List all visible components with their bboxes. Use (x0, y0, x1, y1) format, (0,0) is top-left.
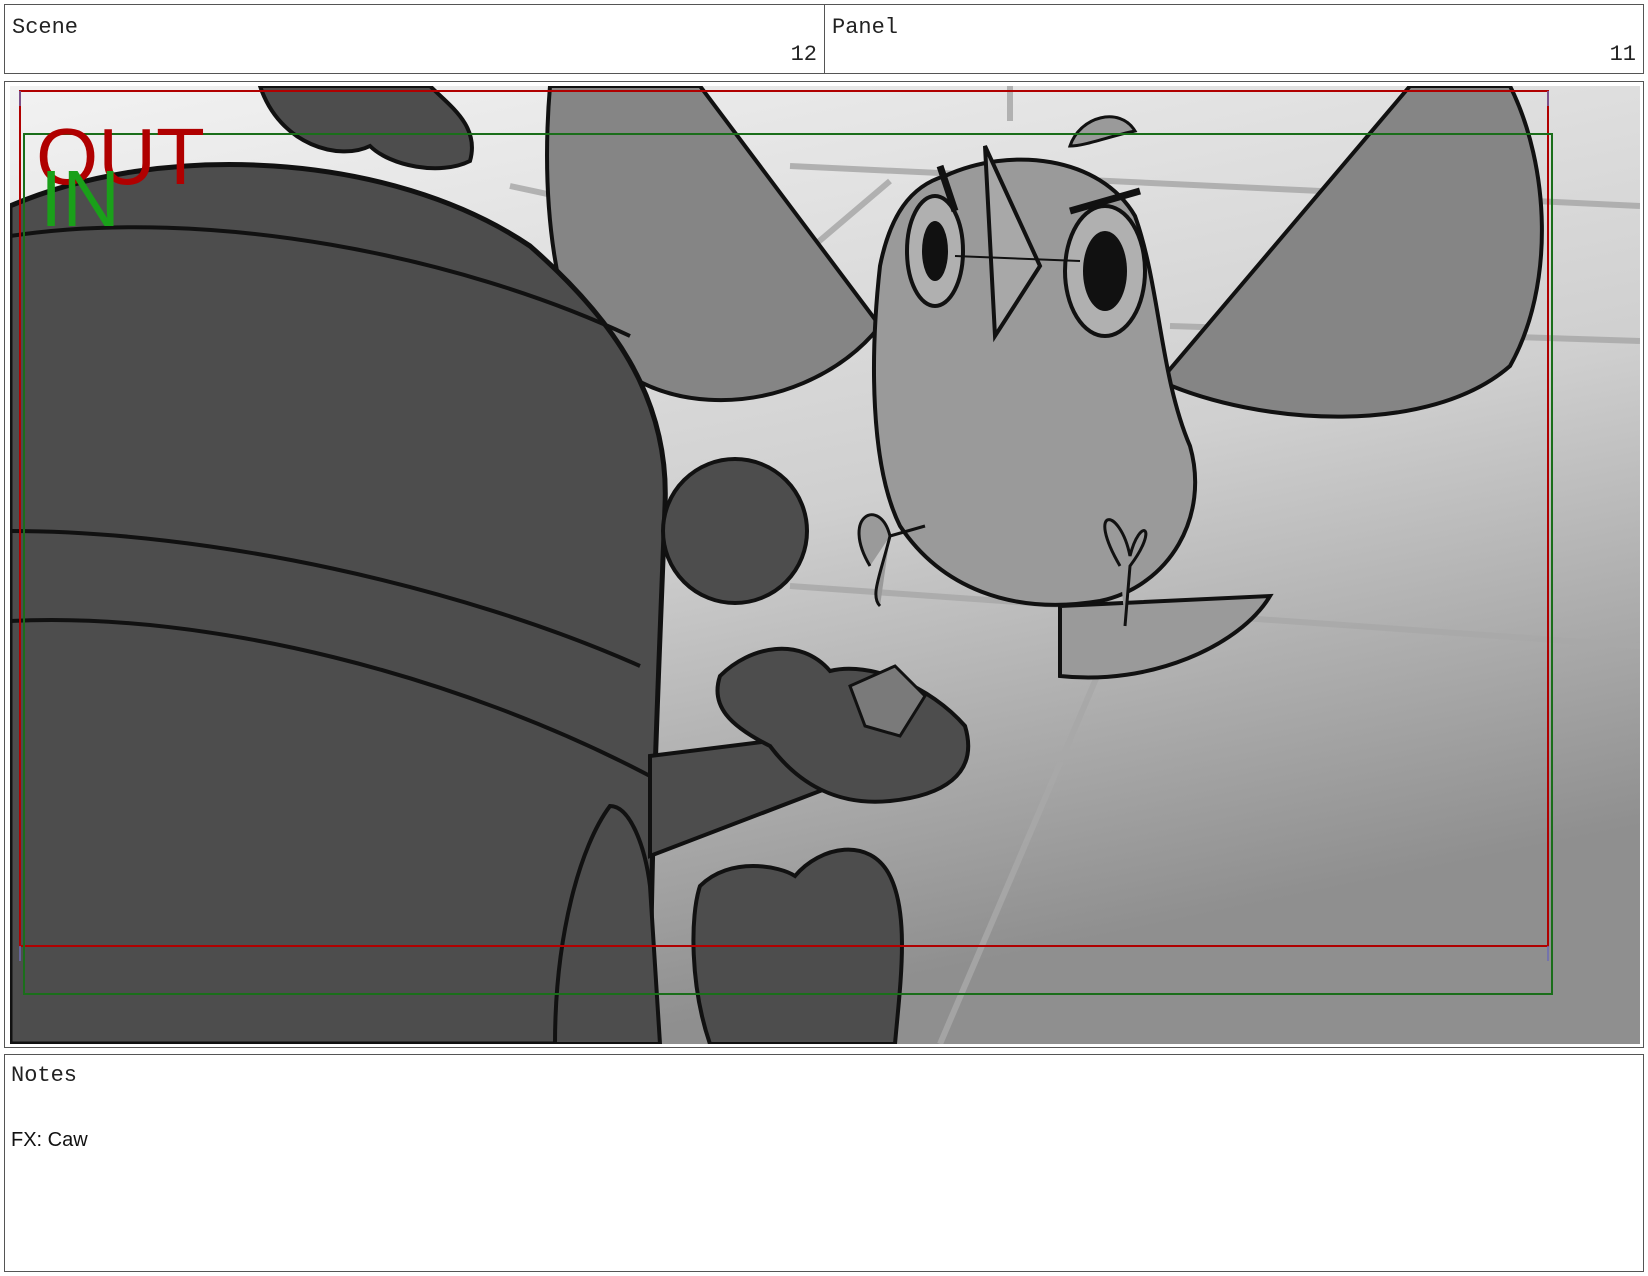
panel-number[interactable]: 11 (1610, 42, 1636, 67)
character-shoulder (661, 457, 809, 605)
crow-right-pupil (1083, 231, 1127, 311)
notes-box[interactable]: Notes FX: Caw (4, 1054, 1644, 1272)
notes-text[interactable]: FX: Caw (11, 1129, 88, 1152)
crow-left-pupil (922, 221, 948, 281)
panel-cell: Panel 11 (824, 4, 1644, 74)
scene-label: Scene (12, 15, 79, 40)
storyboard-drawing: OUT IN (10, 86, 1640, 1044)
scene-number[interactable]: 12 (791, 42, 817, 67)
notes-label: Notes (11, 1063, 78, 1088)
storyboard-frame[interactable]: OUT IN (4, 81, 1644, 1048)
in-marker: IN (40, 154, 120, 243)
panel-label: Panel (832, 15, 899, 40)
scene-cell: Scene 12 (4, 4, 825, 74)
